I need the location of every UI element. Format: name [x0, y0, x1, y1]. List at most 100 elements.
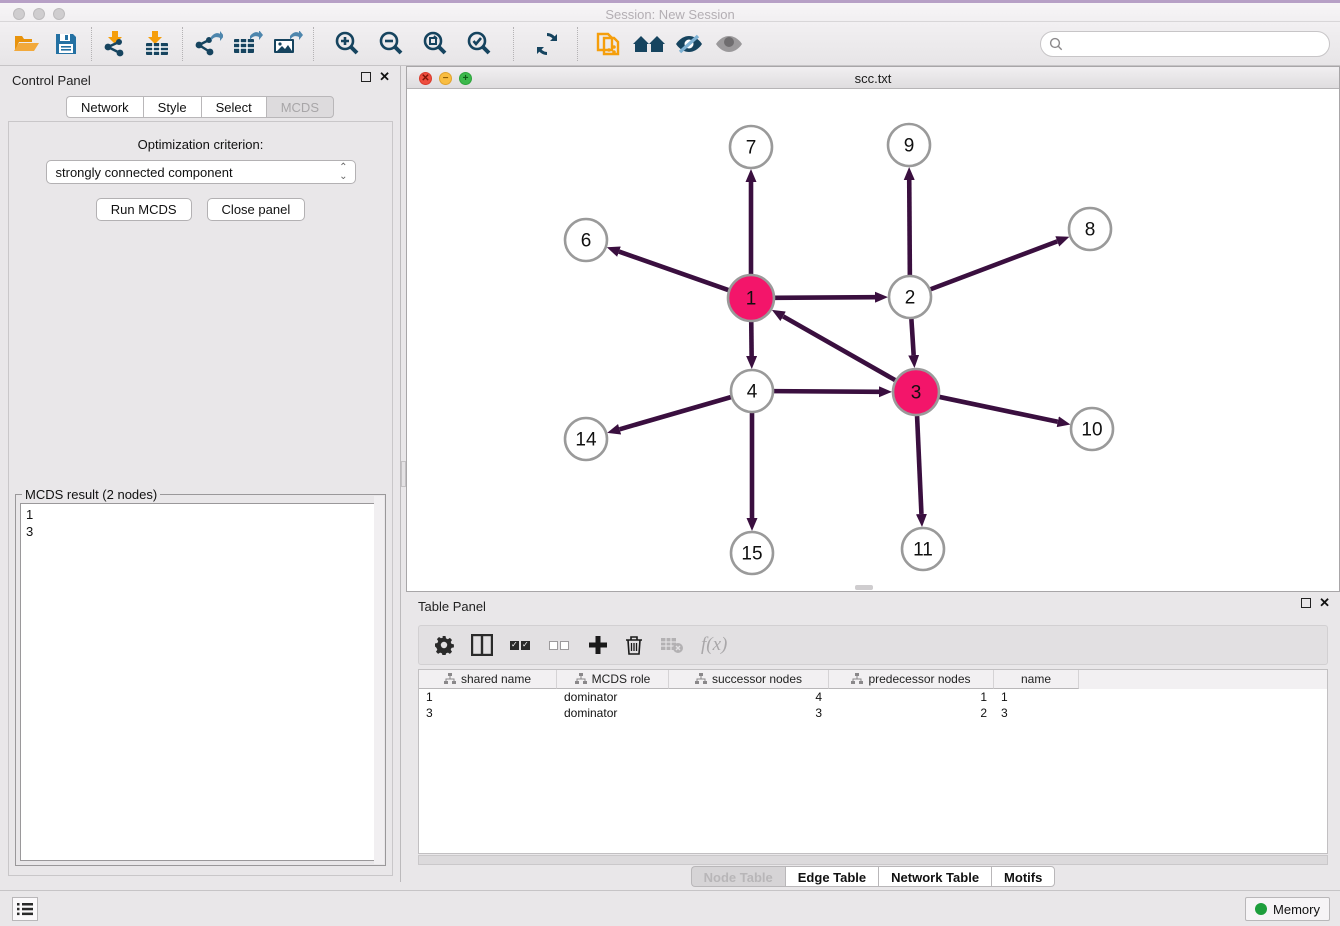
- table-row[interactable]: 1 dominator 4 1 1: [419, 689, 1327, 705]
- table-hscrollbar[interactable]: [418, 855, 1328, 865]
- tab-network-table[interactable]: Network Table: [878, 866, 991, 887]
- graph-node-label-10: 10: [1081, 420, 1102, 441]
- graph-edge-3-10[interactable]: [939, 397, 1057, 422]
- save-session-icon[interactable]: [46, 26, 86, 62]
- table-header-row: shared name MCDS role successor nodes pr…: [419, 670, 1327, 689]
- node-table: shared name MCDS role successor nodes pr…: [418, 669, 1328, 854]
- close-panel-icon[interactable]: ✕: [379, 72, 390, 82]
- zoom-selected-icon[interactable]: [459, 26, 499, 62]
- run-mcds-button[interactable]: Run MCDS: [96, 198, 192, 221]
- network-view-window: ✕ − + scc.txt 7968124314101511: [406, 66, 1340, 592]
- column-layout-icon[interactable]: [471, 633, 493, 657]
- network-window-titlebar[interactable]: ✕ − + scc.txt: [407, 67, 1339, 89]
- float-table-panel-icon[interactable]: [1301, 598, 1311, 608]
- export-table-icon[interactable]: [228, 26, 268, 62]
- graph-edge-4-3[interactable]: [774, 391, 879, 392]
- zoom-fit-icon[interactable]: [415, 26, 455, 62]
- column-type-icon: [695, 673, 707, 685]
- network-window-title: scc.txt: [407, 71, 1339, 86]
- graph-node-label-1: 1: [746, 289, 757, 310]
- export-image-icon[interactable]: [268, 26, 308, 62]
- graph-edge-3-11[interactable]: [917, 416, 921, 514]
- tab-node-table[interactable]: Node Table: [691, 866, 785, 887]
- main-toolbar: [0, 22, 1340, 66]
- toolbar-separator: [182, 27, 183, 61]
- apply-style-icon[interactable]: [527, 26, 567, 62]
- add-column-icon[interactable]: [588, 633, 608, 657]
- unselect-all-columns-icon[interactable]: [549, 633, 571, 657]
- column-type-icon: [575, 673, 587, 685]
- settings-gear-icon[interactable]: [434, 633, 454, 657]
- session-title: Session: New Session: [0, 7, 1340, 22]
- select-all-columns-icon[interactable]: [510, 633, 532, 657]
- export-network-icon[interactable]: [188, 26, 228, 62]
- main-titlebar: Session: New Session: [0, 0, 1340, 22]
- delete-table-icon: [660, 633, 684, 657]
- graph-edge-3-1[interactable]: [783, 316, 895, 380]
- import-network-icon[interactable]: [97, 26, 137, 62]
- column-header-predecessor-nodes[interactable]: predecessor nodes: [829, 670, 994, 689]
- column-header-mcds-role[interactable]: MCDS role: [557, 670, 669, 689]
- memory-button[interactable]: Memory: [1245, 897, 1330, 921]
- search-icon: [1049, 37, 1063, 51]
- hide-selected-icon[interactable]: [669, 26, 709, 62]
- list-icon: [17, 902, 33, 916]
- table-panel: Table Panel ✕: [406, 592, 1340, 890]
- column-type-icon: [851, 673, 863, 685]
- open-session-icon[interactable]: [6, 26, 46, 62]
- graph-edge-2-3[interactable]: [911, 319, 913, 355]
- show-task-history-button[interactable]: [12, 897, 38, 921]
- graph-node-label-3: 3: [911, 383, 922, 404]
- tab-motifs[interactable]: Motifs: [991, 866, 1055, 887]
- toolbar-separator: [513, 27, 514, 61]
- control-panel: Control Panel ✕ Network Style Select MCD…: [0, 66, 401, 882]
- search-input[interactable]: [1063, 37, 1313, 51]
- tab-mcds[interactable]: MCDS: [266, 96, 334, 118]
- delete-column-icon[interactable]: [625, 633, 643, 657]
- table-panel-header: Table Panel ✕: [406, 592, 1340, 620]
- toolbar-separator: [313, 27, 314, 61]
- table-row[interactable]: 3 dominator 3 2 3: [419, 705, 1327, 721]
- panel-splitter-grip[interactable]: [401, 461, 406, 487]
- dropdown-stepper-icon: ⌃⌄: [339, 163, 347, 181]
- graph-edge-2-9[interactable]: [909, 180, 910, 275]
- mcds-result-list[interactable]: 1 3: [20, 503, 381, 861]
- close-table-panel-icon[interactable]: ✕: [1319, 598, 1330, 608]
- tab-style[interactable]: Style: [143, 96, 201, 118]
- memory-label: Memory: [1273, 902, 1320, 917]
- close-panel-button[interactable]: Close panel: [207, 198, 306, 221]
- graph-edge-4-14[interactable]: [620, 397, 731, 429]
- control-panel-tabs: Network Style Select MCDS: [0, 96, 400, 118]
- network-graph-canvas[interactable]: 7968124314101511: [407, 89, 1339, 592]
- graph-edge-1-6[interactable]: [619, 252, 728, 290]
- column-header-shared-name[interactable]: shared name: [419, 670, 557, 689]
- mcds-panel-body: Optimization criterion: strongly connect…: [8, 121, 393, 876]
- show-all-icon[interactable]: [709, 26, 749, 62]
- criterion-dropdown[interactable]: strongly connected component ⌃⌄: [46, 160, 356, 184]
- graph-node-label-4: 4: [747, 382, 758, 403]
- network-hscrollbar[interactable]: [855, 585, 873, 590]
- tab-select[interactable]: Select: [201, 96, 266, 118]
- table-panel-title: Table Panel: [418, 599, 486, 614]
- column-header-successor-nodes[interactable]: successor nodes: [669, 670, 829, 689]
- reset-views-icon[interactable]: [629, 26, 669, 62]
- search-box[interactable]: [1040, 31, 1330, 57]
- graph-edge-2-8[interactable]: [931, 241, 1058, 289]
- zoom-in-icon[interactable]: [327, 26, 367, 62]
- import-table-icon[interactable]: [137, 26, 177, 62]
- graph-edge-1-2[interactable]: [775, 297, 875, 298]
- column-header-name[interactable]: name: [994, 670, 1079, 689]
- control-panel-header: Control Panel ✕: [0, 66, 400, 94]
- graph-node-label-14: 14: [575, 430, 597, 451]
- tab-edge-table[interactable]: Edge Table: [785, 866, 878, 887]
- tab-network[interactable]: Network: [66, 96, 143, 118]
- mcds-result-title: MCDS result (2 nodes): [22, 487, 160, 502]
- result-scrollbar[interactable]: [374, 496, 384, 864]
- float-panel-icon[interactable]: [361, 72, 371, 82]
- optimization-criterion-label: Optimization criterion:: [9, 137, 392, 152]
- copy-network-icon[interactable]: [589, 26, 629, 62]
- zoom-out-icon[interactable]: [371, 26, 411, 62]
- mcds-result-fieldset: MCDS result (2 nodes) 1 3: [15, 494, 386, 866]
- table-toolbar: f(x): [418, 625, 1328, 665]
- toolbar-separator: [91, 27, 92, 61]
